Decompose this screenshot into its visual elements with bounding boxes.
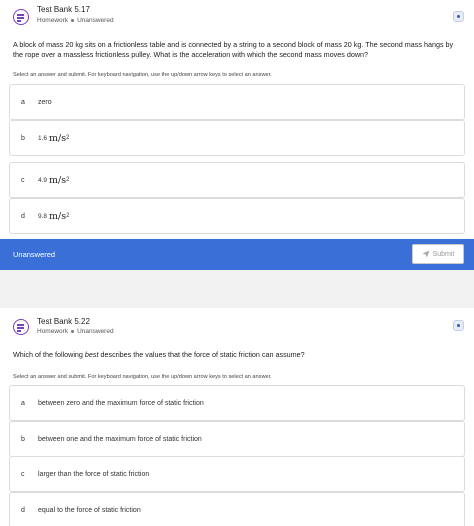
separator-dot	[71, 18, 75, 22]
instructions-text: Select an answer and submit. For keyboar…	[13, 72, 272, 78]
question-status: Unanswered	[77, 328, 114, 335]
answer-option-c[interactable]: c larger than the force of static fricti…	[9, 456, 465, 492]
option-text: between one and the maximum force of sta…	[38, 435, 202, 443]
option-unit: m/s	[49, 132, 67, 144]
footer-status: Unanswered	[13, 250, 56, 259]
answer-option-a[interactable]: a zero	[9, 84, 465, 120]
option-text: 4.9 m/s 2	[38, 163, 69, 197]
question-meta: Homework Unanswered	[37, 17, 114, 24]
question-list-icon	[13, 9, 29, 25]
option-letter: a	[21, 399, 25, 407]
question-title: Test Bank 5.22	[37, 317, 90, 326]
question-text: Which of the following best describes th…	[13, 350, 463, 360]
separator-dot	[71, 329, 75, 333]
option-exponent: 2	[66, 135, 70, 141]
question-status: Unanswered	[77, 17, 114, 24]
option-exponent: 2	[66, 213, 70, 219]
option-letter: d	[21, 212, 25, 220]
option-text: 9.8 m/s 2	[38, 199, 69, 233]
option-text: between zero and the maximum force of st…	[38, 399, 204, 407]
option-letter: c	[21, 470, 25, 478]
instructions-text: Select an answer and submit. For keyboar…	[13, 374, 272, 380]
answer-status-bar: Unanswered Submit	[0, 239, 474, 270]
option-letter: b	[21, 134, 25, 142]
option-letter: d	[21, 506, 25, 514]
answer-option-b[interactable]: b between one and the maximum force of s…	[9, 421, 465, 457]
question-text-part: describes the values that the force of s…	[98, 350, 305, 359]
answer-option-b[interactable]: b 1.6 m/s 2	[9, 120, 465, 156]
submit-label: Submit	[432, 250, 455, 258]
question-card-5-22: Test Bank 5.22 Homework Unanswered Which …	[0, 308, 474, 526]
question-type: Homework	[37, 328, 69, 335]
option-text: zero	[38, 98, 52, 106]
send-icon	[421, 250, 430, 258]
question-list-icon	[13, 319, 29, 335]
option-text: equal to the force of static friction	[38, 506, 141, 514]
option-number: 1.6	[38, 134, 48, 142]
info-button[interactable]	[453, 320, 464, 331]
option-letter: b	[21, 435, 25, 443]
option-text: 1.6 m/s 2	[38, 121, 69, 155]
option-number: 9.8	[38, 212, 48, 220]
option-number: 4.9	[38, 176, 48, 184]
answer-option-d[interactable]: d equal to the force of static friction	[9, 492, 465, 526]
question-title: Test Bank 5.17	[37, 5, 90, 14]
question-meta: Homework Unanswered	[37, 328, 114, 335]
option-letter: c	[21, 176, 25, 184]
answer-option-d[interactable]: d 9.8 m/s 2	[9, 198, 465, 234]
submit-button[interactable]: Submit	[412, 244, 464, 264]
info-button[interactable]	[453, 11, 464, 22]
answer-option-c[interactable]: c 4.9 m/s 2	[9, 162, 465, 198]
question-text-emphasis: best	[84, 350, 99, 359]
question-text: A block of mass 20 kg sits on a friction…	[13, 40, 454, 59]
option-text: larger than the force of static friction	[38, 470, 150, 478]
option-unit: m/s	[49, 210, 67, 222]
answer-option-a[interactable]: a between zero and the maximum force of …	[9, 385, 465, 421]
question-text-part: Which of the following	[13, 350, 85, 359]
question-card-5-17: Test Bank 5.17 Homework Unanswered A bloc…	[0, 0, 474, 270]
option-letter: a	[21, 98, 25, 106]
option-exponent: 2	[66, 177, 70, 183]
option-unit: m/s	[49, 174, 67, 186]
question-type: Homework	[37, 17, 69, 24]
